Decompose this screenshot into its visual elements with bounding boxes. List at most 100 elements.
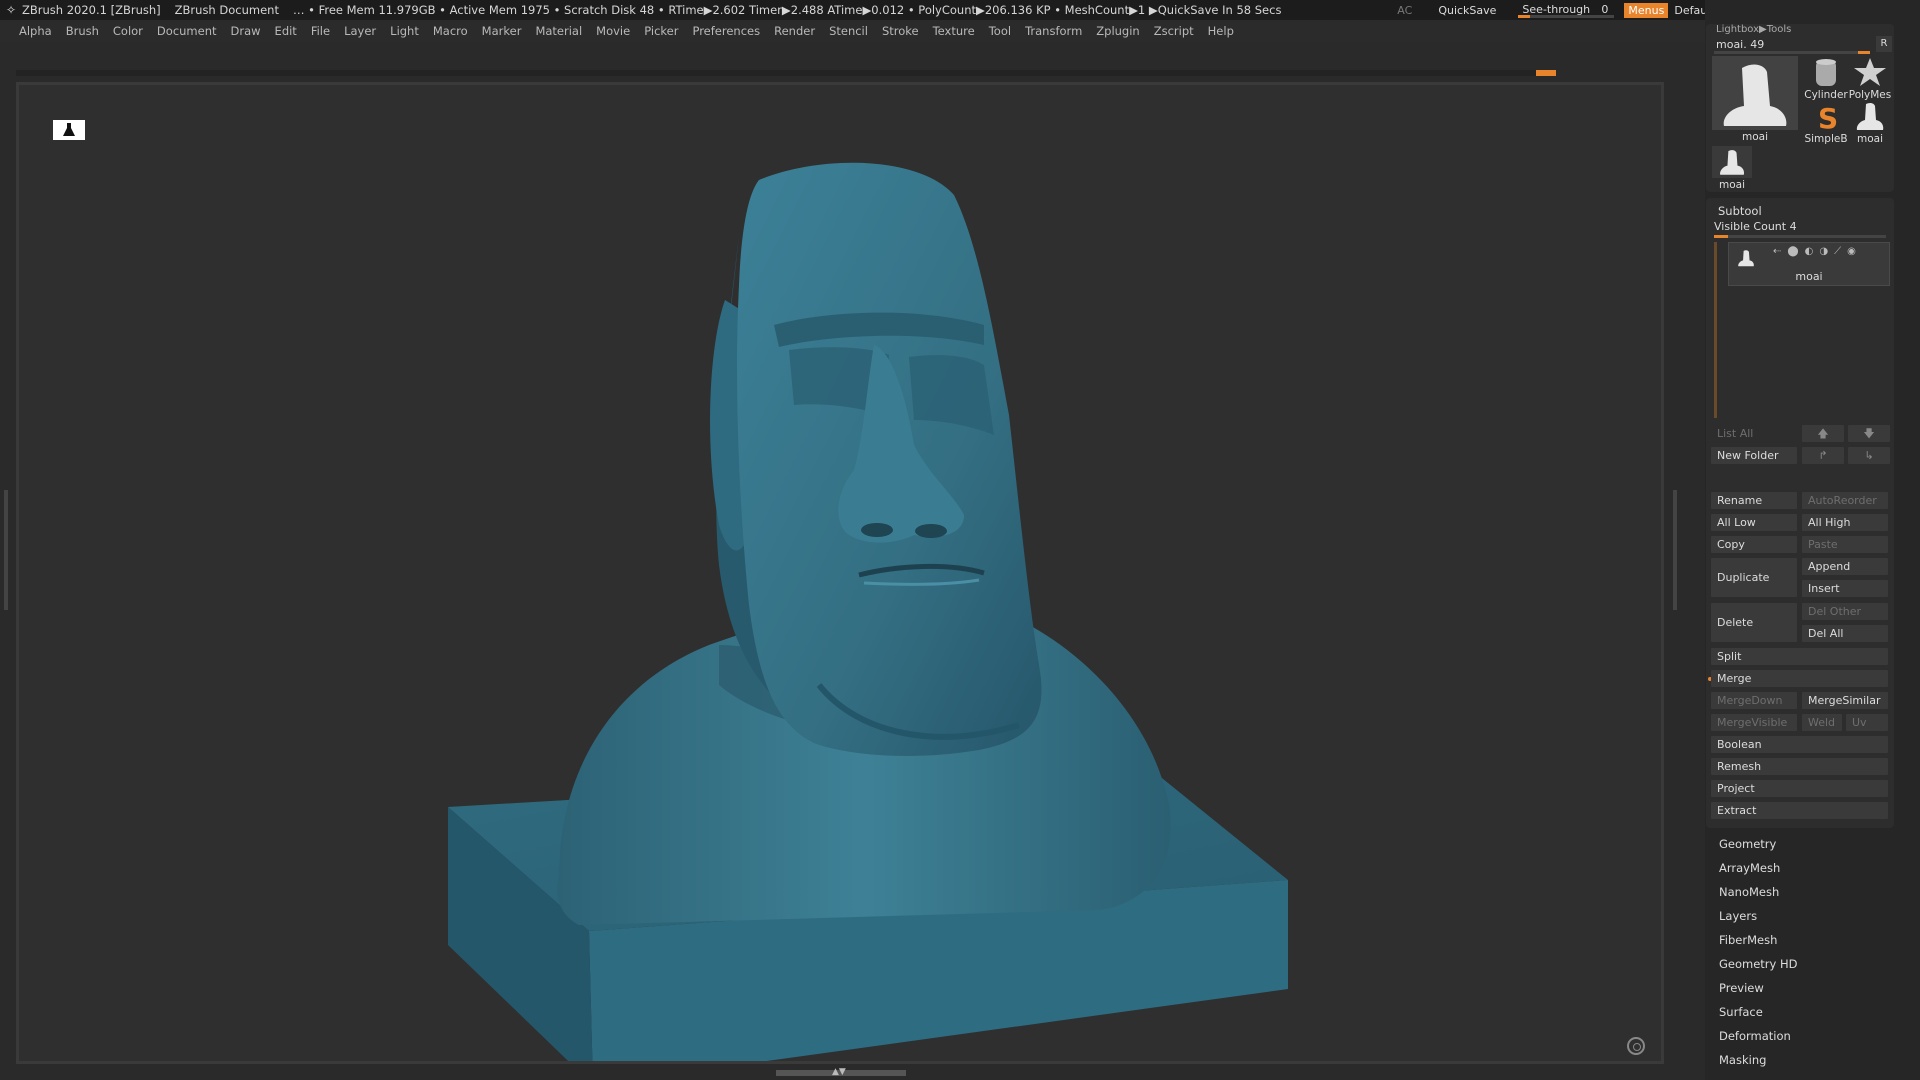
menu-preferences[interactable]: Preferences <box>692 24 760 38</box>
menu-edit[interactable]: Edit <box>275 24 297 38</box>
see-through-slider[interactable]: See-through 0 <box>1518 2 1615 18</box>
menu-stroke[interactable]: Stroke <box>882 24 919 38</box>
moai-model-viewport[interactable] <box>19 85 1661 1061</box>
submenu-fibermesh[interactable]: FiberMesh <box>1719 933 1777 947</box>
menu-color[interactable]: Color <box>113 24 143 38</box>
paste-button[interactable]: Paste <box>1802 536 1888 553</box>
move-up-icon[interactable]: 🡅 <box>1802 425 1844 442</box>
menu-transform[interactable]: Transform <box>1025 24 1082 38</box>
move-down-icon[interactable]: 🡇 <box>1848 425 1890 442</box>
lightbox-tools-breadcrumb[interactable]: Lightbox▶Tools <box>1716 24 1791 35</box>
del-other-button[interactable]: Del Other <box>1802 603 1888 620</box>
menu-movie[interactable]: Movie <box>596 24 630 38</box>
document-canvas[interactable] <box>16 82 1664 1064</box>
tool-thumb-moai-2[interactable]: moai <box>1848 100 1892 145</box>
submenu-layers[interactable]: Layers <box>1719 909 1757 923</box>
simple-brush-icon: S <box>1804 100 1848 135</box>
submenu-nanomesh[interactable]: NanoMesh <box>1719 885 1779 899</box>
submenu-geometry[interactable]: Geometry <box>1719 837 1776 851</box>
menu-alpha[interactable]: Alpha <box>19 24 52 38</box>
menu-help[interactable]: Help <box>1208 24 1234 38</box>
view-mode-icon[interactable] <box>53 120 85 140</box>
menu-layer[interactable]: Layer <box>344 24 376 38</box>
remesh-section[interactable]: Remesh <box>1711 758 1888 775</box>
menus-toggle-button[interactable]: Menus <box>1624 2 1669 18</box>
split-section[interactable]: Split <box>1711 648 1888 665</box>
menu-brush[interactable]: Brush <box>66 24 99 38</box>
main-menu-bar: Alpha Brush Color Document Draw Edit File Layer… <box>0 20 1705 42</box>
merge-visible-button[interactable]: MergeVisible <box>1711 714 1797 731</box>
insert-button[interactable]: Insert <box>1802 580 1888 597</box>
tool-thumb-moai-3[interactable]: moai <box>1712 146 1752 191</box>
uv-toggle[interactable]: Uv <box>1846 714 1888 731</box>
menu-macro[interactable]: Macro <box>433 24 468 38</box>
merge-section[interactable]: Merge <box>1711 670 1888 687</box>
visible-count-slider[interactable]: Visible Count 4 <box>1714 220 1797 233</box>
brush-icon[interactable]: ⟋ <box>1834 246 1841 257</box>
merge-down-button[interactable]: MergeDown <box>1711 692 1797 709</box>
submenu-geometry-hd[interactable]: Geometry HD <box>1719 957 1798 971</box>
append-button[interactable]: Append <box>1802 558 1888 575</box>
tool-thumb-moai[interactable]: moai <box>1712 56 1798 144</box>
app-title: ZBrush 2020.1 [ZBrush] <box>22 3 161 17</box>
menu-tool[interactable]: Tool <box>989 24 1011 38</box>
subtool-list: ⇠ ⬤ ◐ ◑ ⟋ ◉ moai <box>1714 242 1890 424</box>
orientation-gizmo-icon[interactable] <box>1627 1037 1645 1055</box>
cylinder-icon <box>1804 56 1848 88</box>
menu-render[interactable]: Render <box>774 24 815 38</box>
menu-light[interactable]: Light <box>390 24 419 38</box>
project-section[interactable]: Project <box>1711 780 1888 797</box>
submenu-arraymesh[interactable]: ArrayMesh <box>1719 861 1780 875</box>
submenu-surface[interactable]: Surface <box>1719 1005 1763 1019</box>
menu-draw[interactable]: Draw <box>231 24 261 38</box>
merge-similar-button[interactable]: MergeSimilar <box>1802 692 1888 709</box>
menu-marker[interactable]: Marker <box>482 24 522 38</box>
tool-thumb-cylinder[interactable]: Cylinder <box>1804 56 1848 101</box>
tool-thumb-simplebrush[interactable]: S SimpleB <box>1804 100 1848 145</box>
material-icon[interactable]: ◑ <box>1819 246 1828 257</box>
menu-picker[interactable]: Picker <box>644 24 678 38</box>
folder-up-icon[interactable]: ↱ <box>1802 447 1844 464</box>
menu-zplugin[interactable]: Zplugin <box>1096 24 1139 38</box>
current-tool-slider[interactable]: moai. 49 <box>1710 36 1874 54</box>
subtool-scrollbar[interactable] <box>1714 242 1717 418</box>
extract-section[interactable]: Extract <box>1711 802 1888 819</box>
menu-file[interactable]: File <box>311 24 330 38</box>
submenu-deformation[interactable]: Deformation <box>1719 1029 1791 1043</box>
all-low-button[interactable]: All Low <box>1711 514 1797 531</box>
menu-zscript[interactable]: Zscript <box>1154 24 1194 38</box>
duplicate-button[interactable]: Duplicate <box>1711 558 1797 597</box>
list-all-button[interactable]: List All <box>1711 425 1797 442</box>
toggle-icon[interactable]: ⬤ <box>1787 246 1798 257</box>
auto-reorder-button[interactable]: AutoReorder <box>1802 492 1888 509</box>
rename-button[interactable]: Rename <box>1711 492 1797 509</box>
ac-toggle[interactable]: AC <box>1397 4 1412 17</box>
right-tray-handle[interactable] <box>1673 490 1677 610</box>
tool-thumb-polymesh[interactable]: PolyMes <box>1848 56 1892 101</box>
boolean-section[interactable]: Boolean <box>1711 736 1888 753</box>
delete-button[interactable]: Delete <box>1711 603 1797 642</box>
submenu-preview[interactable]: Preview <box>1719 981 1764 995</box>
document-menu[interactable]: ZBrush Document <box>175 3 279 17</box>
polypaint-icon[interactable]: ◐ <box>1805 246 1814 257</box>
subtool-item-moai[interactable]: ⇠ ⬤ ◐ ◑ ⟋ ◉ moai <box>1728 242 1890 286</box>
eye-icon[interactable]: ◉ <box>1847 246 1856 257</box>
all-high-button[interactable]: All High <box>1802 514 1888 531</box>
submenu-masking[interactable]: Masking <box>1719 1053 1766 1067</box>
bottom-tray-handle[interactable]: ▲▼ <box>776 1067 906 1077</box>
menu-texture[interactable]: Texture <box>933 24 975 38</box>
del-all-button[interactable]: Del All <box>1802 625 1888 642</box>
menu-stencil[interactable]: Stencil <box>829 24 868 38</box>
new-folder-button[interactable]: New Folder <box>1711 447 1797 464</box>
weld-toggle[interactable]: Weld <box>1802 714 1842 731</box>
polymesh-star-icon <box>1848 56 1892 88</box>
r-button[interactable]: R <box>1876 36 1892 52</box>
menu-document[interactable]: Document <box>157 24 217 38</box>
folder-down-icon[interactable]: ↳ <box>1848 447 1890 464</box>
quicksave-button[interactable]: QuickSave <box>1438 4 1496 17</box>
copy-button[interactable]: Copy <box>1711 536 1797 553</box>
subtool-header[interactable]: Subtool <box>1718 204 1762 218</box>
menu-material[interactable]: Material <box>535 24 582 38</box>
left-tray-handle[interactable] <box>4 490 8 610</box>
arrow-icon[interactable]: ⇠ <box>1773 246 1781 257</box>
